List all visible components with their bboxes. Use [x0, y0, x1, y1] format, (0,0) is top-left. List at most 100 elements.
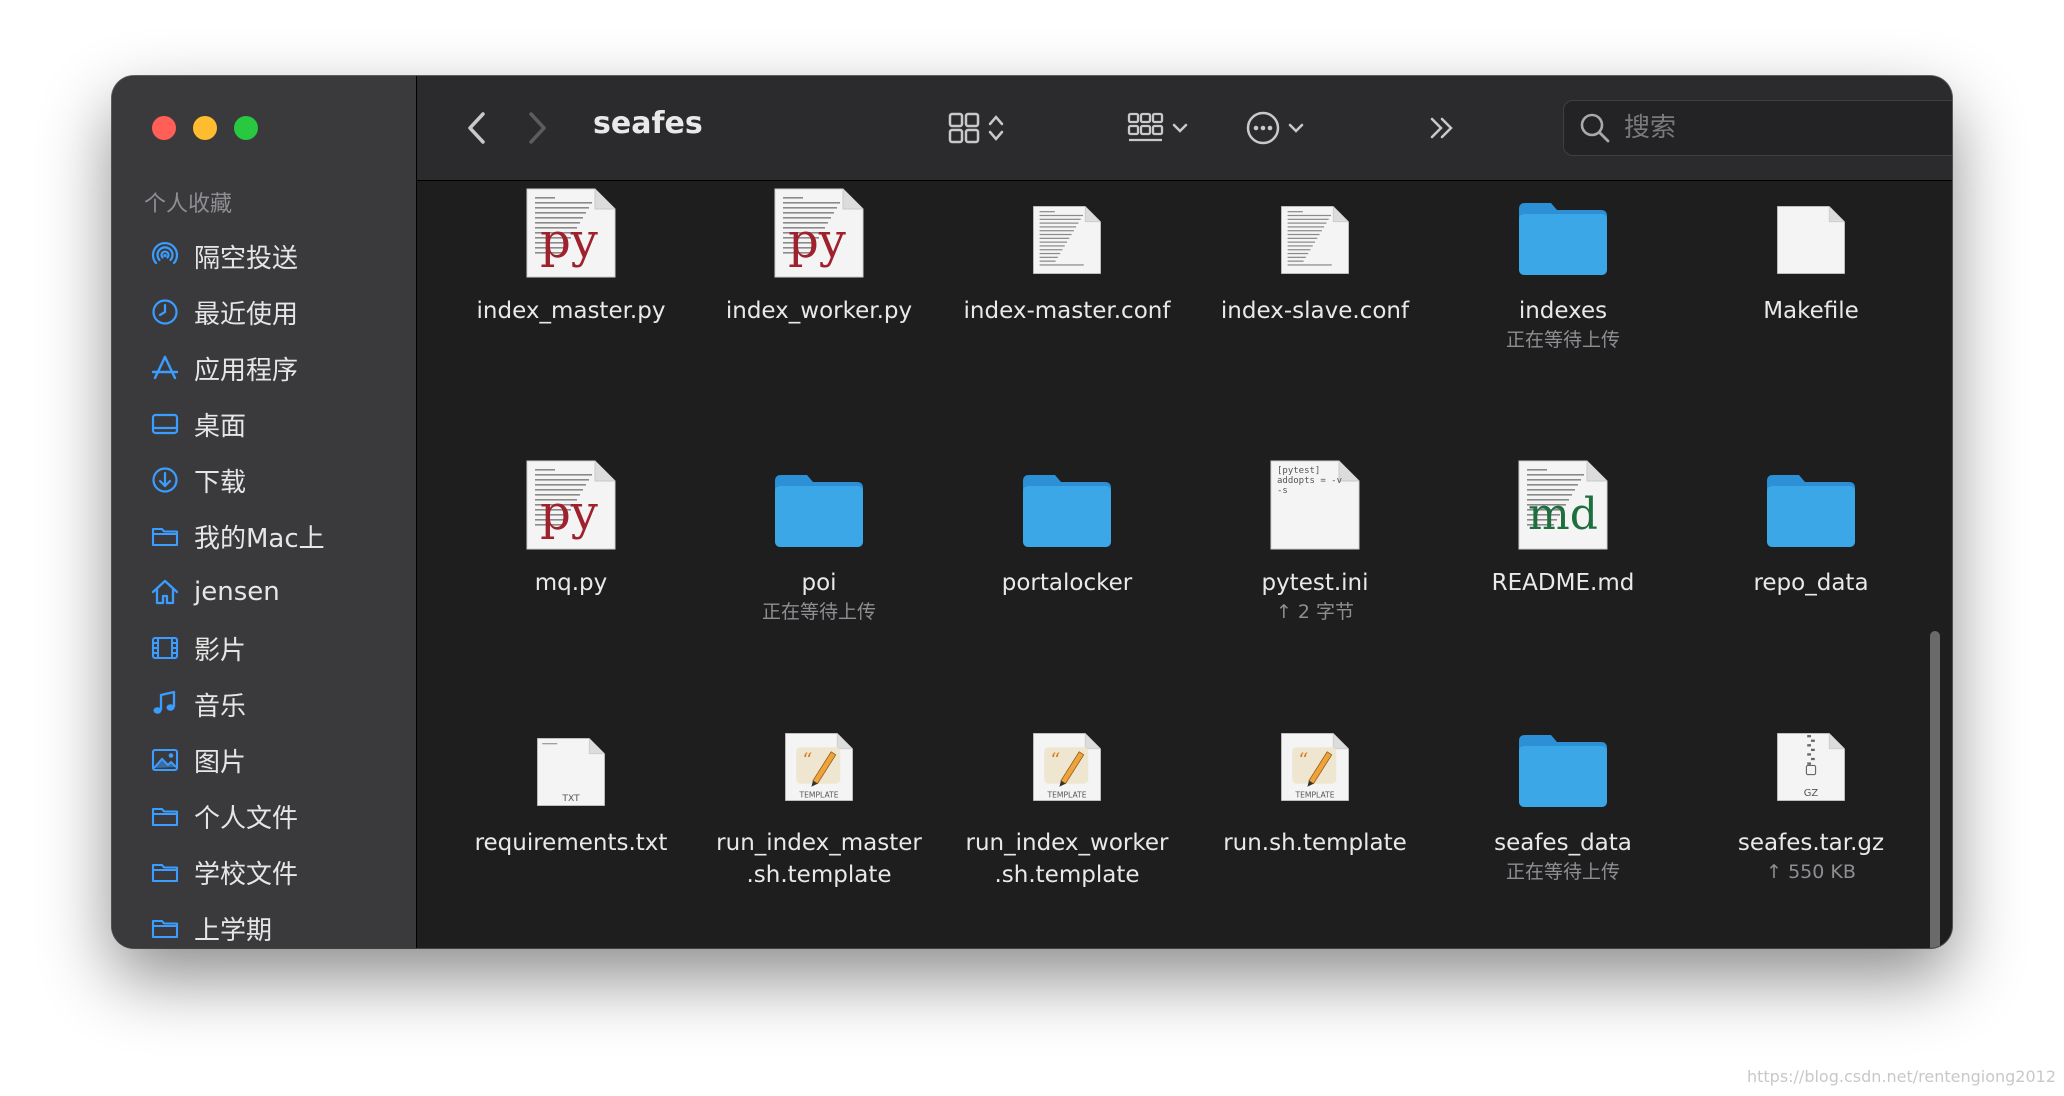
sidebar-list: 隔空投送最近使用应用程序桌面 下载 我的Mac上 jensen 影片 音乐 图片 个人文件学校… [148, 228, 325, 948]
folder-icon [148, 911, 182, 945]
file-item[interactable]: poi 正在等待上传 [695, 435, 943, 695]
group-button[interactable] [1127, 104, 1189, 152]
file-item[interactable]: portalocker [943, 435, 1191, 695]
sidebar-item-10[interactable]: 个人文件 [148, 788, 325, 844]
svg-text:TEMPLATE: TEMPLATE [1046, 790, 1086, 799]
file-item[interactable]: GZ seafes.tar.gz ↑ 550 KB [1687, 695, 1935, 948]
file-item[interactable]: [pytest] addopts = -v -s pytest.ini ↑ 2 字节 [1191, 435, 1439, 695]
grid-view-icon [948, 112, 980, 144]
file-item[interactable]: indexes 正在等待上传 [1439, 181, 1687, 435]
file-status: ↑ 550 KB [1766, 861, 1856, 883]
close-button[interactable] [152, 116, 176, 140]
file-name: index-master.conf [963, 298, 1171, 324]
sidebar-item-0[interactable]: 隔空投送 [148, 228, 325, 284]
sidebar-item-7[interactable]: 影片 [148, 620, 325, 676]
svg-text:py: py [540, 213, 598, 269]
file-status: ↑ 2 字节 [1275, 601, 1355, 623]
svg-text:GZ: GZ [1804, 788, 1819, 799]
folder-icon [148, 519, 182, 553]
minimize-button[interactable] [193, 116, 217, 140]
traffic-lights [152, 116, 258, 140]
file-name: portalocker [1001, 570, 1133, 596]
chevron-right-icon [529, 112, 546, 144]
view-mode-button[interactable] [947, 104, 1005, 152]
template-file-icon: “ TEMPLATE [695, 695, 943, 811]
template-file-icon: “ TEMPLATE [1191, 695, 1439, 811]
folder-icon [943, 435, 1191, 551]
svg-text:TEMPLATE: TEMPLATE [1294, 790, 1334, 799]
file-name: README.md [1491, 570, 1635, 596]
svg-text:-s: -s [1277, 486, 1288, 496]
file-item[interactable]: py index_master.py [447, 181, 695, 435]
file-item[interactable]: repo_data [1687, 435, 1935, 695]
svg-text:“: “ [1298, 749, 1308, 772]
file-item[interactable]: py mq.py [447, 435, 695, 695]
toolbar-overflow-button[interactable] [1427, 104, 1457, 152]
applications-icon [148, 351, 182, 385]
sidebar-item-label: jensen [194, 577, 280, 607]
file-item[interactable]: “ TEMPLATE run_index_master .sh.template [695, 695, 943, 948]
search-icon [1580, 113, 1610, 143]
forward-button[interactable] [517, 106, 557, 150]
sidebar-item-12[interactable]: 上学期 [148, 900, 325, 948]
folder-icon [1439, 181, 1687, 279]
template-file-icon: “ TEMPLATE [943, 695, 1191, 811]
sidebar-item-1[interactable]: 最近使用 [148, 284, 325, 340]
search-input[interactable] [1622, 112, 1952, 144]
file-item[interactable]: seafes_data 正在等待上传 [1439, 695, 1687, 948]
file-name: seafes_data [1494, 830, 1632, 856]
sidebar-item-3[interactable]: 桌面 [148, 396, 325, 452]
vertical-scrollbar[interactable] [1930, 631, 1940, 948]
text-document-icon [943, 181, 1191, 279]
txt-file-icon: TXT [447, 695, 695, 811]
python-file-icon: py [447, 435, 695, 551]
sidebar-item-2[interactable]: 应用程序 [148, 340, 325, 396]
chevron-down-icon [1288, 123, 1304, 133]
watermark: https://blog.csdn.net/rentengiong2012 [1746, 1067, 2056, 1086]
archive-file-icon: GZ [1687, 695, 1935, 811]
sidebar-item-label: 隔空投送 [194, 243, 299, 274]
back-button[interactable] [457, 106, 497, 150]
file-status: 正在等待上传 [1505, 861, 1620, 883]
clock-icon [148, 295, 182, 329]
file-item[interactable]: py index_worker.py [695, 181, 943, 435]
sidebar-item-6[interactable]: jensen [148, 564, 325, 620]
finder-window: 个人收藏 隔空投送 最近使用 应用程序 桌面 下载 我的Mac上 jensen 影片 音乐 图片个… [112, 76, 1952, 948]
airdrop-icon [148, 239, 182, 273]
file-item[interactable]: Makefile [1687, 181, 1935, 435]
text-document-icon [1191, 181, 1439, 279]
file-item[interactable]: “ TEMPLATE run.sh.template [1191, 695, 1439, 948]
file-item[interactable]: “ TEMPLATE run_index_worker .sh.template [943, 695, 1191, 948]
file-item[interactable]: index-master.conf [943, 181, 1191, 435]
sidebar-item-label: 学校文件 [194, 859, 299, 890]
folder-icon [1439, 695, 1687, 811]
action-menu-button[interactable] [1245, 104, 1305, 152]
zoom-button[interactable] [234, 116, 258, 140]
file-name: requirements.txt [474, 830, 668, 856]
sidebar-item-8[interactable]: 音乐 [148, 676, 325, 732]
sidebar-item-11[interactable]: 学校文件 [148, 844, 325, 900]
window-title: seafes [593, 106, 703, 141]
sidebar-item-9[interactable]: 图片 [148, 732, 325, 788]
chevron-down-icon [1172, 123, 1188, 133]
search-field[interactable] [1563, 100, 1952, 156]
ini-file-icon: [pytest] addopts = -v -s [1191, 435, 1439, 551]
file-item[interactable]: TXT requirements.txt [447, 695, 695, 948]
folder-icon [1687, 435, 1935, 551]
file-name: index_master.py [476, 298, 666, 324]
photo-icon [148, 743, 182, 777]
document-icon [1687, 181, 1935, 279]
sidebar-item-4[interactable]: 下载 [148, 452, 325, 508]
file-name: index_worker.py [725, 298, 913, 324]
up-down-chevron-icon [988, 115, 1004, 141]
markdown-file-icon: md [1439, 435, 1687, 551]
file-name: run_index_worker .sh.template [965, 830, 1169, 888]
sidebar-item-5[interactable]: 我的Mac上 [148, 508, 325, 564]
sidebar-item-label: 应用程序 [194, 355, 299, 386]
file-name: indexes [1518, 298, 1608, 324]
double-chevron-right-icon [1430, 117, 1453, 139]
file-item[interactable]: index-slave.conf [1191, 181, 1439, 435]
ellipsis-circle-icon [1246, 111, 1280, 145]
file-item[interactable]: md README.md [1439, 435, 1687, 695]
download-icon [148, 463, 182, 497]
